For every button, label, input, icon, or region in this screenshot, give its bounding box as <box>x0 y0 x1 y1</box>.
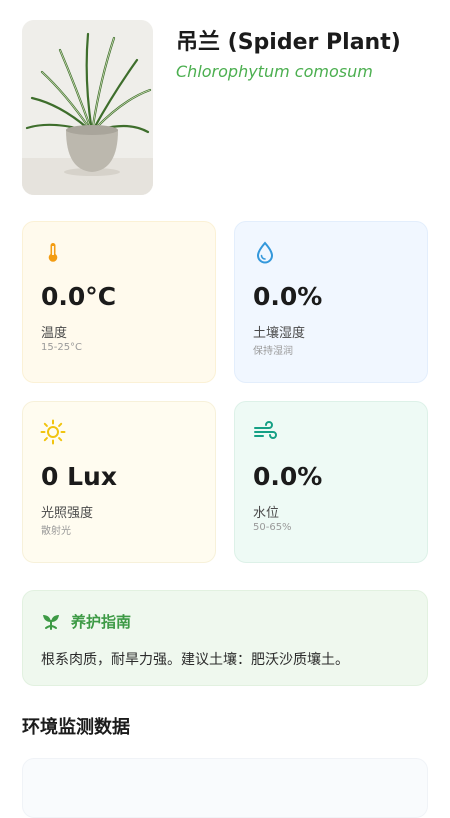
water-level-card[interactable]: 0.0% 水位 50-65% <box>234 401 428 563</box>
soil-moisture-card[interactable]: 0.0% 土壤湿度 保持湿润 <box>234 221 428 383</box>
care-guide-title: 养护指南 <box>71 613 132 631</box>
temperature-value: 0.0°C <box>41 282 117 311</box>
plant-scientific-name: Chlorophytum comosum <box>176 62 373 81</box>
light-value: 0 Lux <box>41 462 117 491</box>
water-level-range: 50-65% <box>253 522 292 533</box>
sprout-icon <box>43 615 59 630</box>
water-level-value: 0.0% <box>253 462 323 491</box>
soil-moisture-value: 0.0% <box>253 282 323 311</box>
care-guide-card: 养护指南 根系肉质，耐旱力强。建议土壤：肥沃沙质壤土。 <box>22 590 428 686</box>
soil-moisture-hint: 保持湿润 <box>253 346 293 357</box>
light-card[interactable]: 0 Lux 光照强度 散射光 <box>22 401 216 563</box>
wind-icon <box>254 421 277 439</box>
light-label: 光照强度 <box>41 506 94 521</box>
light-hint: 散射光 <box>41 526 71 537</box>
temperature-card[interactable]: 0.0°C 温度 15-25°C <box>22 221 216 383</box>
temperature-label: 温度 <box>41 326 68 341</box>
thermometer-icon <box>48 243 58 262</box>
sun-icon <box>40 419 66 445</box>
plant-name: 吊兰 (Spider Plant) <box>176 30 401 55</box>
environment-data-card[interactable] <box>22 758 428 818</box>
section-title: 环境监测数据 <box>22 717 130 738</box>
care-guide-text: 根系肉质，耐旱力强。建议土壤：肥沃沙质壤土。 <box>41 652 349 668</box>
temperature-range: 15-25°C <box>41 342 83 353</box>
water-level-label: 水位 <box>253 506 280 521</box>
water-drop-icon <box>256 241 274 264</box>
soil-moisture-label: 土壤湿度 <box>253 326 306 341</box>
plant-photo <box>22 20 153 195</box>
